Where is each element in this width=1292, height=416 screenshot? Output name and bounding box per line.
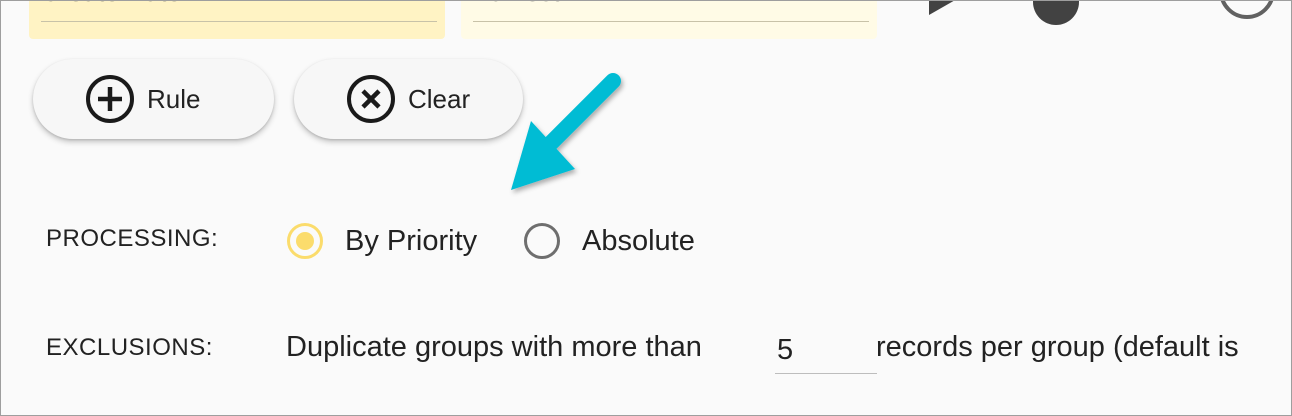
exclusions-text-after: records per group (default is <box>876 331 1239 363</box>
exclusions-label: EXCLUSIONS: <box>46 334 213 361</box>
processing-label: PROCESSING: <box>46 225 219 252</box>
sort-order-value: Earliest <box>473 1 560 8</box>
exclusions-text-before: Duplicate groups with more than <box>286 331 702 363</box>
radio-absolute-label: Absolute <box>582 224 695 257</box>
add-rule-label: Rule <box>147 83 201 114</box>
remove-rule-icon[interactable] <box>1031 0 1081 27</box>
clear-circle-icon <box>347 75 395 123</box>
radio-by-priority-label: By Priority <box>345 224 478 257</box>
sort-order-underline <box>473 21 869 22</box>
radio-selected-icon[interactable] <box>287 223 323 259</box>
info-icon[interactable] <box>1217 0 1277 21</box>
sort-field-value: Create Date <box>41 1 181 8</box>
move-rule-icon[interactable] <box>927 0 967 17</box>
clear-label: Clear <box>408 83 471 114</box>
radio-absolute[interactable]: Absolute <box>524 219 695 263</box>
add-circle-icon <box>86 75 134 123</box>
max-records-input[interactable] <box>775 327 877 374</box>
add-rule-button[interactable]: Rule <box>33 59 274 139</box>
clear-button[interactable]: Clear <box>294 59 523 139</box>
radio-by-priority[interactable]: By Priority <box>287 219 477 263</box>
sort-field-select[interactable]: Create Date <box>29 1 445 39</box>
sort-field-underline <box>41 21 437 22</box>
sort-order-select[interactable]: Earliest <box>461 1 877 39</box>
radio-unselected-icon[interactable] <box>524 223 560 259</box>
dedupe-settings-panel: Create Date Earliest Rule Clear <box>0 0 1292 416</box>
pointer-arrow-icon <box>511 73 621 190</box>
